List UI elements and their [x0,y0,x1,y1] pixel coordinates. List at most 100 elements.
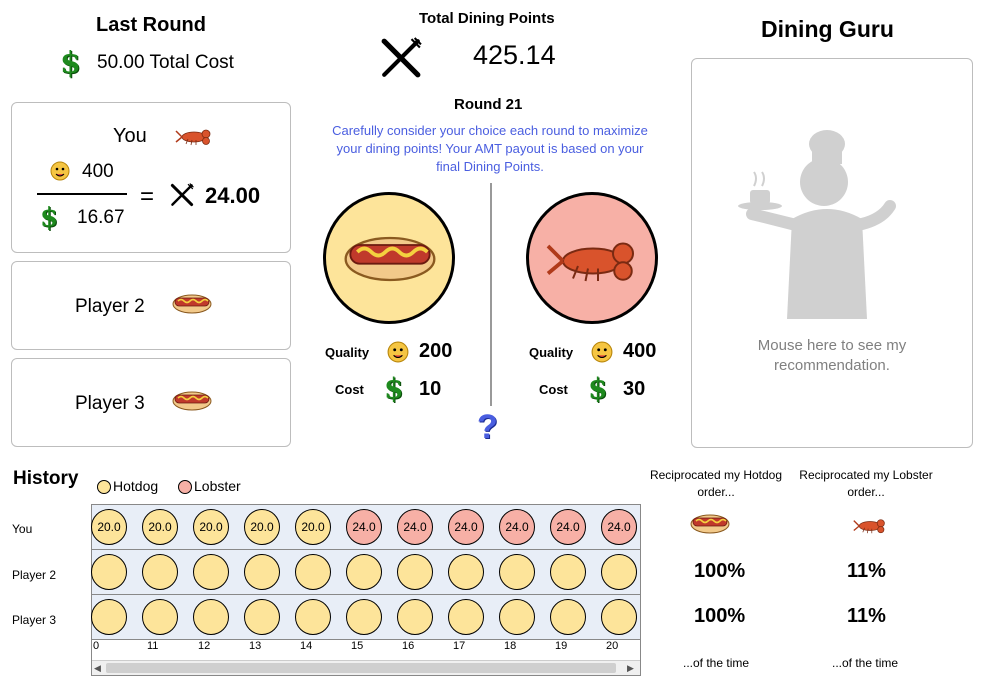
history-cell-you: 24.0 [499,509,535,545]
player-3-panel: Player 3 [11,358,291,447]
legend-hotdog-swatch [97,480,111,494]
yum-face-icon [387,341,409,363]
history-cell-player-3 [91,599,127,635]
guru-title: Dining Guru [761,16,894,42]
row-divider [92,549,640,550]
history-tick-label: 0 [93,640,100,652]
player-2-lobster-reciprocation: 11% [847,560,886,582]
history-cell-player-3 [499,599,535,635]
history-cell-player-3 [448,599,484,635]
yum-face-icon [50,161,70,181]
round-instructions: Carefully consider your choice each roun… [332,123,648,174]
hotdog-choice-button[interactable] [323,192,455,324]
history-tick-label: 15 [351,640,364,652]
yum-face-icon [591,341,613,363]
help-question-icon[interactable]: ? [477,408,498,447]
hotdog-quality-label: Quality [325,345,370,360]
history-cell-you: 20.0 [142,509,178,545]
lobster-icon [175,129,211,146]
history-cell-player-3 [142,599,178,635]
row-divider [92,594,640,595]
history-cell-player-2 [550,554,586,590]
history-cell-player-2 [295,554,331,590]
hotdog-cost-value: 10 [419,378,442,400]
history-cell-you: 24.0 [601,509,637,545]
history-cell-you: 24.0 [550,509,586,545]
player-3-hotdog-reciprocation: 100% [694,605,746,627]
equals-sign: = [140,183,155,210]
total-points-value: 425.14 [473,40,556,70]
history-cell-you: 20.0 [193,509,229,545]
player-2-hotdog-reciprocation: 100% [694,560,746,582]
hotdog-icon [172,391,212,411]
player-2-panel: Player 2 [11,261,291,350]
lobster-quality-value: 400 [623,340,657,362]
history-row-label-you: You [12,522,33,536]
dollar-icon: $ [60,46,81,81]
history-tick-label: 14 [300,640,313,652]
lobster-footer: ...of the time [832,656,899,670]
legend-lobster-swatch [178,480,192,494]
history-cell-player-3 [397,599,433,635]
player-2-label: Player 2 [75,296,145,317]
scroll-right-arrow-icon[interactable]: ▶ [627,663,634,674]
you-panel: You 400 $ 16.67 = 24.00 [11,102,291,253]
hotdog-icon [343,236,437,282]
history-cell-player-2 [91,554,127,590]
history-tick-label: 13 [249,640,262,652]
player-3-lobster-reciprocation: 11% [847,605,886,627]
you-cost-value: 16.67 [77,207,125,228]
history-tick-label: 12 [198,640,211,652]
history-cell-player-2 [193,554,229,590]
history-cell-you: 20.0 [91,509,127,545]
last-round-total-cost: 50.00 Total Cost [97,52,234,73]
history-scrollbar[interactable]: ◀ ▶ [92,660,640,675]
you-points-value: 24.00 [205,183,261,208]
guru-hint: Mouse here to see my recommendation. [757,337,907,374]
history-cell-player-3 [295,599,331,635]
history-tick-label: 16 [402,640,415,652]
lobster-cost-label: Cost [539,382,568,397]
guru-panel[interactable]: Mouse here to see my recommendation. [691,58,973,448]
scroll-left-arrow-icon[interactable]: ◀ [94,663,101,674]
player-3-label: Player 3 [75,393,145,414]
history-cell-player-3 [193,599,229,635]
history-cell-player-3 [550,599,586,635]
you-quality-value: 400 [82,161,114,182]
reciprocated-lobster-header: Reciprocated my Lobster order... [799,468,933,499]
total-points-title: Total Dining Points [419,10,555,27]
history-tick-label: 11 [147,640,159,652]
dollar-icon: $ [384,372,404,405]
history-title: History [13,468,79,489]
history-cell-player-3 [244,599,280,635]
lobster-quality-label: Quality [529,345,574,360]
legend-lobster-label: Lobster [194,478,241,494]
choice-divider [490,183,492,406]
scrollbar-thumb[interactable] [106,663,616,673]
history-cell-you: 24.0 [346,509,382,545]
history-row-label-player-2: Player 2 [12,568,57,582]
history-tick-label: 17 [453,640,466,652]
round-title: Round 21 [454,96,523,113]
lobster-choice-button[interactable] [526,192,658,324]
hotdog-cost-label: Cost [335,382,364,397]
history-tick-label: 20 [606,640,619,652]
fraction-line [37,193,127,195]
history-cell-you: 20.0 [295,509,331,545]
history-cell-player-2 [499,554,535,590]
dollar-icon: $ [40,203,59,233]
history-cell-player-2 [397,554,433,590]
history-cell-player-2 [244,554,280,590]
history-cell-player-2 [142,554,178,590]
history-tick-label: 18 [504,640,517,652]
legend-hotdog-label: Hotdog [113,478,159,494]
hotdog-icon [690,514,730,534]
fork-knife-icon [170,183,194,207]
history-cell-player-2 [448,554,484,590]
history-cell-you: 20.0 [244,509,280,545]
history-tick-label: 19 [555,640,568,652]
dollar-icon: $ [588,372,608,405]
you-label: You [113,125,147,147]
history-row-label-player-3: Player 3 [12,613,57,627]
chef-icon [738,130,896,319]
